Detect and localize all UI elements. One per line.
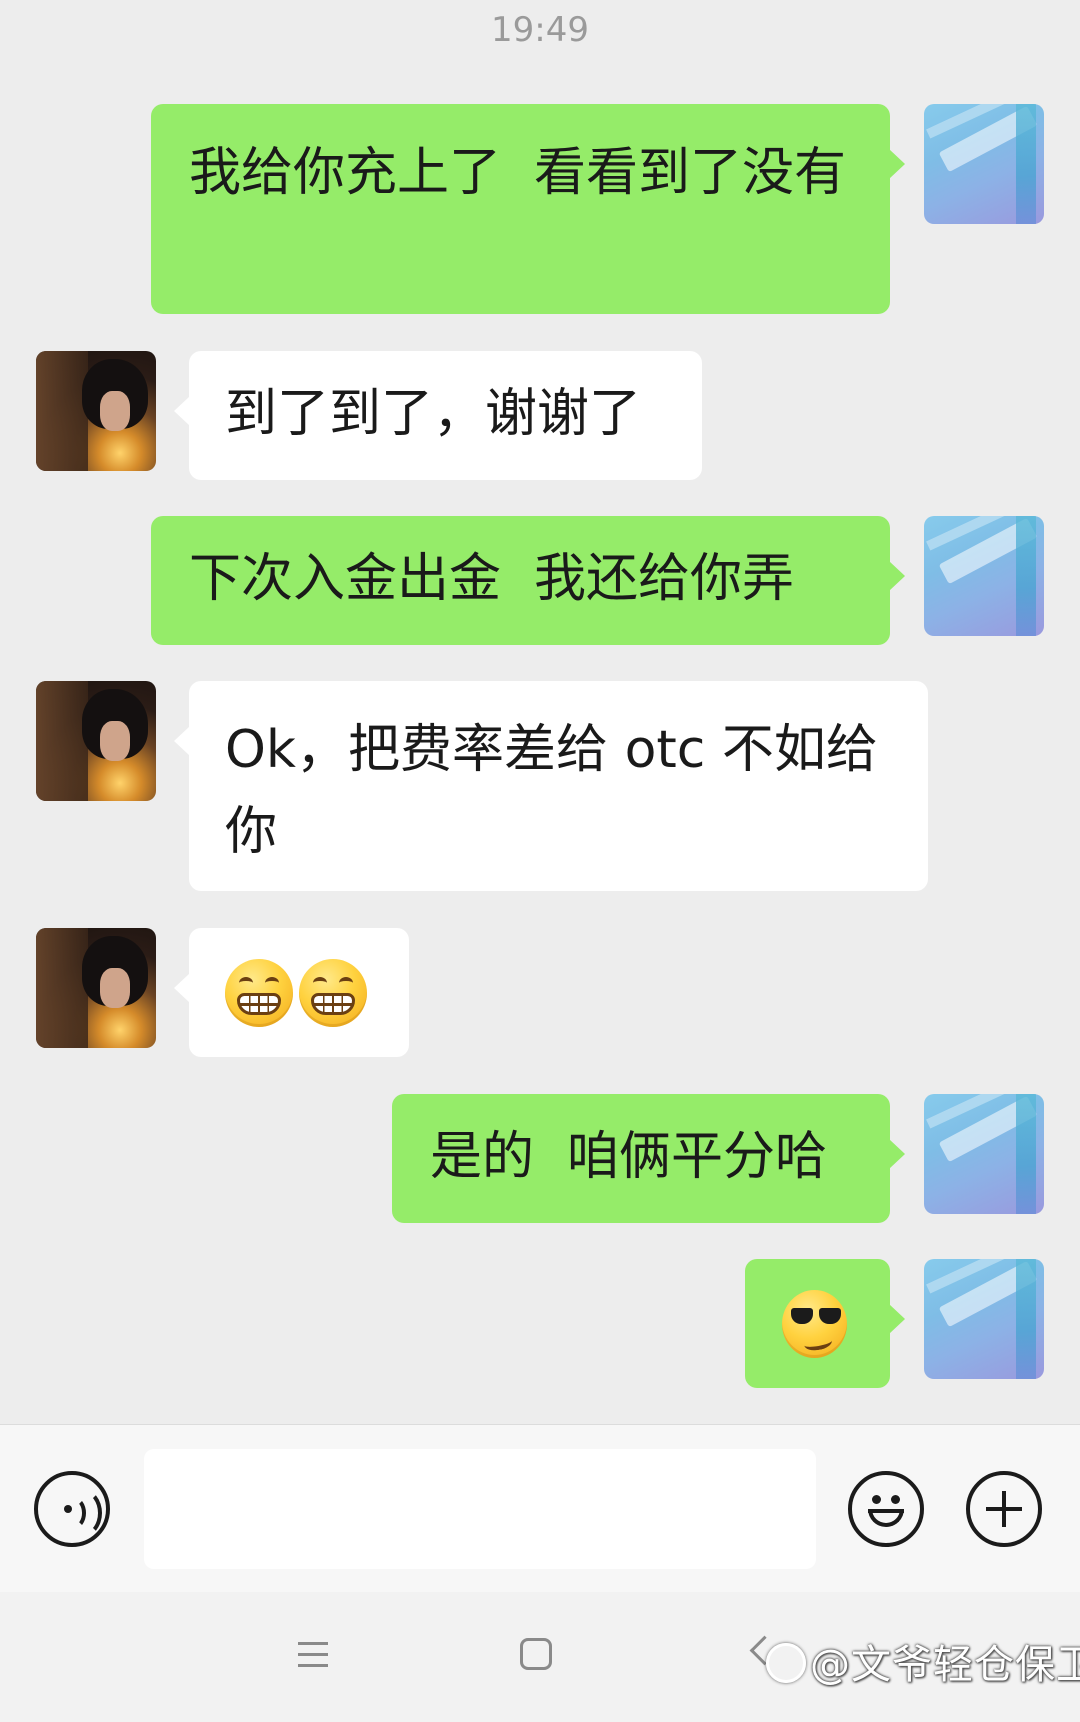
contact-avatar[interactable] <box>36 681 156 801</box>
message-text: 下次入金出金 我还给你弄 <box>189 549 795 609</box>
watermark: @文爷轻仓保卫 <box>766 1632 1080 1690</box>
message-text: 到了到了，谢谢了 <box>225 384 642 444</box>
menu-icon[interactable] <box>298 1642 328 1668</box>
my-avatar[interactable] <box>924 1094 1044 1214</box>
voice-icon[interactable] <box>34 1471 110 1547</box>
message-text: 是的 咱俩平分哈 <box>430 1127 828 1187</box>
incoming-message-bubble[interactable]: Ok，把费率差给 otc 不如给你 <box>174 681 928 891</box>
watermark-text: @文爷轻仓保卫 <box>810 1642 1080 1688</box>
my-avatar[interactable] <box>924 104 1044 224</box>
grin-emoji <box>225 958 293 1027</box>
my-avatar[interactable] <box>924 1259 1044 1379</box>
outgoing-message-bubble[interactable]: 下次入金出金 我还给你弄 <box>151 516 905 645</box>
outgoing-message-bubble[interactable]: 我给你充上了 看看到了没有 <box>151 104 905 314</box>
grin-emoji <box>299 958 367 1027</box>
outgoing-message-bubble[interactable]: 是的 咱俩平分哈 <box>392 1094 905 1223</box>
emoji-icon[interactable] <box>848 1471 924 1547</box>
contact-avatar[interactable] <box>36 928 156 1048</box>
message-input[interactable] <box>144 1449 816 1569</box>
plus-icon[interactable] <box>966 1471 1042 1547</box>
message-text: 我给你充上了 看看到了没有 <box>189 143 847 203</box>
incoming-message-bubble[interactable]: 到了到了，谢谢了 <box>174 351 702 480</box>
cool-sunglasses-emoji <box>782 1289 847 1358</box>
outgoing-emoji-bubble[interactable] <box>745 1259 905 1388</box>
message-timestamp: 19:49 <box>491 10 589 50</box>
message-text: Ok，把费率差给 otc 不如给你 <box>225 720 878 862</box>
chat-input-bar <box>0 1424 1080 1592</box>
my-avatar[interactable] <box>924 516 1044 636</box>
watermark-logo-icon <box>766 1643 806 1683</box>
incoming-emoji-bubble[interactable] <box>174 928 409 1057</box>
home-icon[interactable] <box>520 1638 552 1670</box>
contact-avatar[interactable] <box>36 351 156 471</box>
